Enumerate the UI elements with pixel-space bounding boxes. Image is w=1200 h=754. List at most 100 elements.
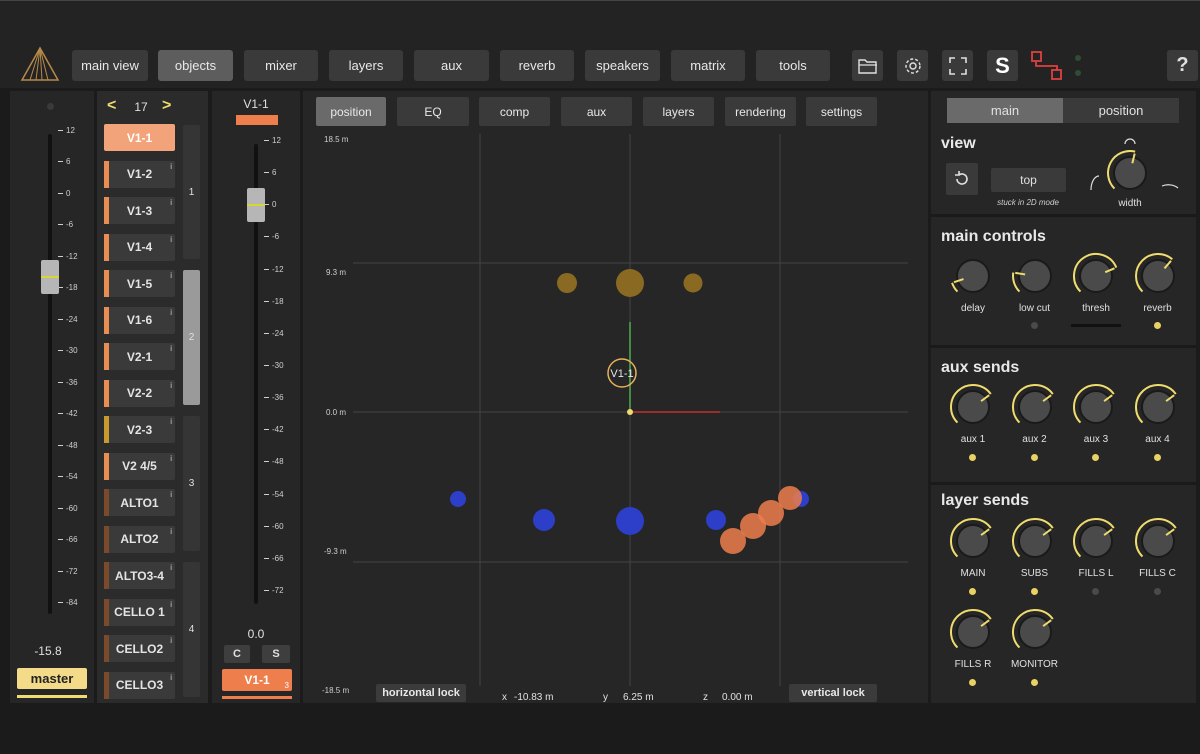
aux-4-knob[interactable] xyxy=(1133,382,1183,432)
help-button[interactable]: ? xyxy=(1167,50,1198,81)
aux-2-indicator[interactable] xyxy=(1030,454,1038,461)
tab-eq[interactable]: EQ xyxy=(397,97,469,126)
tab-comp[interactable]: comp xyxy=(479,97,550,126)
group-3[interactable]: 3 xyxy=(183,416,200,551)
settings-button[interactable] xyxy=(897,50,928,81)
view-mode-button[interactable]: top xyxy=(991,168,1066,192)
info-icon[interactable]: i xyxy=(170,381,172,390)
solo-button[interactable]: S xyxy=(987,50,1018,81)
subs-indicator[interactable] xyxy=(1030,588,1038,595)
right-tab-position[interactable]: position xyxy=(1063,98,1179,123)
channel-select-button[interactable]: V1-1 3 xyxy=(222,669,292,691)
main-knob[interactable] xyxy=(948,516,998,566)
master-fader-handle[interactable] xyxy=(41,259,59,294)
object-item-alto3-4[interactable]: ALTO3-4 i xyxy=(104,562,175,589)
horizontal-lock-button[interactable]: horizontal lock xyxy=(376,684,466,702)
selected-object-marker[interactable]: V1-1 xyxy=(607,358,637,388)
object-item-alto2[interactable]: ALTO2 i xyxy=(104,525,175,553)
info-icon[interactable]: i xyxy=(170,673,172,682)
tab-rendering[interactable]: rendering xyxy=(725,97,796,126)
object-item-v1-3[interactable]: V1-3 i xyxy=(104,197,175,224)
aux-4-indicator[interactable] xyxy=(1153,454,1161,461)
info-icon[interactable]: i xyxy=(170,417,172,426)
monitor-knob[interactable] xyxy=(1010,607,1060,657)
object-marker-gold-1[interactable] xyxy=(557,273,577,293)
fills-r-knob[interactable] xyxy=(948,607,998,657)
tab-position[interactable]: position xyxy=(316,97,386,126)
object-item-cello2[interactable]: CELLO2 i xyxy=(104,635,175,662)
next-page-button[interactable]: > xyxy=(162,97,171,115)
nav-speakers[interactable]: speakers xyxy=(585,50,660,81)
reverb-indicator[interactable] xyxy=(1153,322,1161,329)
tab-layers[interactable]: layers xyxy=(643,97,714,126)
info-icon[interactable]: i xyxy=(170,600,172,609)
master-fader-track[interactable] xyxy=(48,134,52,614)
fills-c-knob[interactable] xyxy=(1133,516,1183,566)
info-icon[interactable]: i xyxy=(170,235,172,244)
object-item-v1-4[interactable]: V1-4 i xyxy=(104,233,175,261)
object-item-v2-1[interactable]: V2-1 i xyxy=(104,343,175,370)
nav-aux[interactable]: aux xyxy=(414,50,489,81)
object-marker-orange-4[interactable] xyxy=(778,486,802,510)
object-marker-blue-4[interactable] xyxy=(706,510,726,530)
object-item-v2-4-5[interactable]: V2 4/5 i xyxy=(104,452,175,480)
info-icon[interactable]: i xyxy=(170,198,172,207)
fills-c-indicator[interactable] xyxy=(1153,588,1161,595)
object-item-v1-2[interactable]: V1-2 i xyxy=(104,160,175,188)
tab-settings[interactable]: settings xyxy=(806,97,877,126)
prev-page-button[interactable]: < xyxy=(107,97,116,115)
object-item-v1-1[interactable]: V1-1i xyxy=(104,124,175,151)
right-tab-main[interactable]: main xyxy=(947,98,1063,123)
fills-l-knob[interactable] xyxy=(1071,516,1121,566)
fullscreen-button[interactable] xyxy=(942,50,973,81)
info-icon[interactable]: i xyxy=(170,344,172,353)
info-icon[interactable]: i xyxy=(170,308,172,317)
width-knob[interactable] xyxy=(1105,148,1155,198)
nav-layers[interactable]: layers xyxy=(329,50,403,81)
vertical-lock-button[interactable]: vertical lock xyxy=(789,684,877,702)
low-cut-indicator[interactable] xyxy=(1030,322,1038,329)
object-item-v1-6[interactable]: V1-6 i xyxy=(104,306,175,334)
master-button[interactable]: master xyxy=(17,668,87,689)
nav-tools[interactable]: tools xyxy=(756,50,830,81)
object-marker-gold-3[interactable] xyxy=(683,273,703,293)
info-icon[interactable]: i xyxy=(170,162,172,171)
info-icon[interactable]: i xyxy=(170,271,172,280)
object-marker-blue-2[interactable] xyxy=(533,509,555,531)
position-canvas[interactable]: V1-1 xyxy=(303,130,928,690)
aux-2-knob[interactable] xyxy=(1010,382,1060,432)
object-marker-blue-1[interactable] xyxy=(450,491,466,507)
info-icon[interactable]: i xyxy=(170,563,172,572)
channel-c-button[interactable]: C xyxy=(224,645,250,663)
nav-reverb[interactable]: reverb xyxy=(500,50,574,81)
aux-3-knob[interactable] xyxy=(1071,382,1121,432)
open-folder-button[interactable] xyxy=(852,50,883,81)
object-marker-gold-2[interactable] xyxy=(616,269,644,297)
nav-main-view[interactable]: main view xyxy=(72,50,148,81)
tab-aux[interactable]: aux xyxy=(561,97,632,126)
aux-1-indicator[interactable] xyxy=(969,454,976,461)
object-item-v2-2[interactable]: V2-2 i xyxy=(104,379,175,407)
fills-r-indicator[interactable] xyxy=(969,679,976,686)
object-item-alto1[interactable]: ALTO1 i xyxy=(104,489,175,516)
delay-knob[interactable] xyxy=(948,251,998,301)
info-icon[interactable]: i xyxy=(170,454,172,463)
monitor-indicator[interactable] xyxy=(1030,679,1038,686)
info-icon[interactable]: i xyxy=(170,490,172,499)
nav-objects[interactable]: objects xyxy=(158,50,233,81)
channel-fader-handle[interactable] xyxy=(247,188,265,223)
subs-knob[interactable] xyxy=(1010,516,1060,566)
aux-1-knob[interactable] xyxy=(948,382,998,432)
reset-view-button[interactable] xyxy=(946,163,978,195)
main-indicator[interactable] xyxy=(969,588,976,595)
group-4[interactable]: 4 xyxy=(183,562,200,697)
object-item-v2-3[interactable]: V2-3 i xyxy=(104,416,175,443)
low-cut-knob[interactable] xyxy=(1010,251,1060,301)
fills-l-indicator[interactable] xyxy=(1092,588,1099,595)
nav-matrix[interactable]: matrix xyxy=(671,50,745,81)
object-item-cello-1[interactable]: CELLO 1 i xyxy=(104,598,175,626)
info-icon[interactable]: i xyxy=(170,636,172,645)
reverb-knob[interactable] xyxy=(1133,251,1183,301)
object-marker-blue-3[interactable] xyxy=(616,507,644,535)
aux-3-indicator[interactable] xyxy=(1092,454,1099,461)
